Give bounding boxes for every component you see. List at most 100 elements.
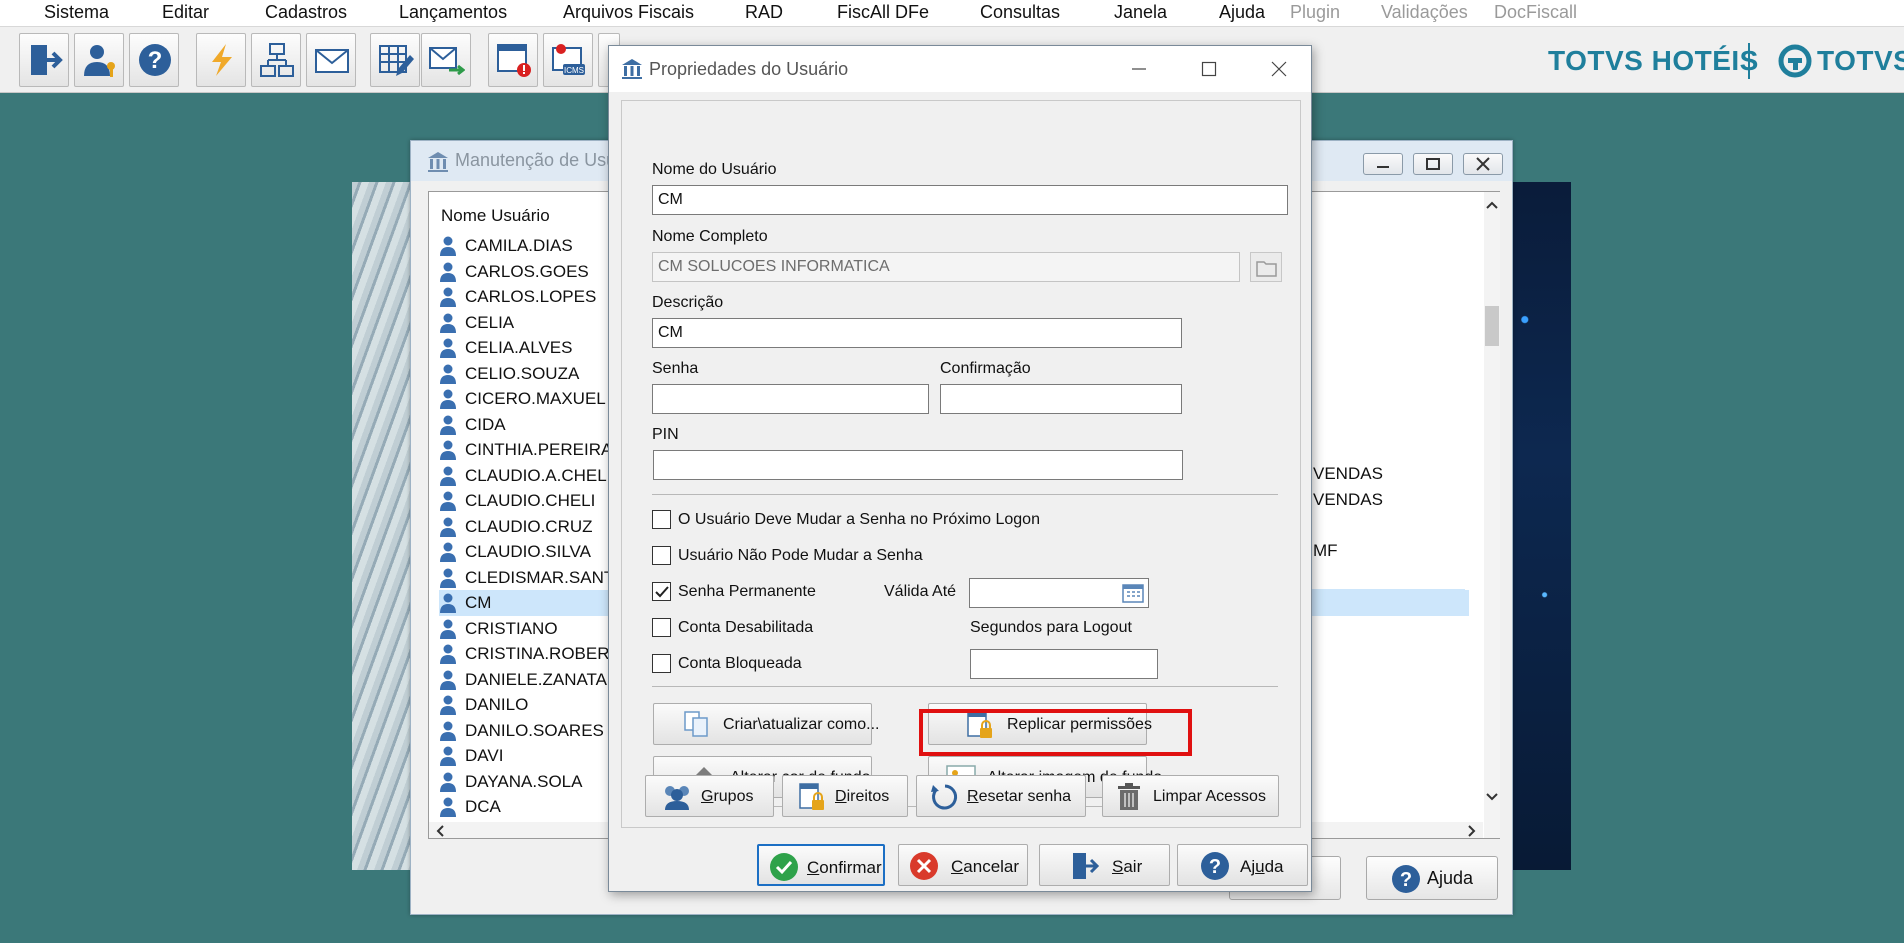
close-button[interactable] [1463, 153, 1503, 175]
network-toolbar-button[interactable] [251, 33, 301, 87]
resetar-senha-button[interactable]: Resetar senha [916, 775, 1086, 817]
send-mail-icon [429, 47, 465, 76]
background-art-left [352, 182, 410, 870]
restore-button[interactable] [1413, 153, 1453, 175]
limpar-acessos-button[interactable]: Limpar Acessos [1102, 775, 1279, 817]
dialog-minimize-button[interactable] [1114, 54, 1164, 84]
divider [652, 494, 1278, 495]
sair-button[interactable]: Sair [1039, 844, 1170, 886]
confirmacao-field[interactable] [940, 384, 1182, 414]
window-alert-icon [497, 44, 531, 77]
ajuda-label: Ajuda [1240, 857, 1284, 876]
user-name: DANIELE.ZANATA [465, 669, 608, 689]
menu-arquivos-fiscais[interactable]: Arquivos Fiscais [563, 2, 694, 23]
user-key-toolbar-button[interactable] [74, 33, 124, 87]
back-ajuda-label: Ajuda [1427, 868, 1474, 888]
vertical-scrollbar[interactable] [1484, 192, 1500, 838]
lightning-toolbar-button[interactable] [196, 33, 246, 87]
help-toolbar-button[interactable]: ? [129, 33, 179, 87]
user-icon [440, 338, 456, 358]
nome-usuario-label: Nome do Usuário [652, 161, 777, 178]
background-art-right [1505, 182, 1571, 870]
cancelar-button[interactable]: Cancelar [898, 844, 1028, 886]
user-name: CLAUDIO.A.CHELI [465, 465, 612, 485]
minimize-button[interactable] [1363, 153, 1403, 175]
user-name: CICERO.MAXUEL [465, 389, 606, 408]
menu-janela[interactable]: Janela [1114, 2, 1167, 23]
grid-pencil-icon [379, 45, 414, 76]
calendar-icms-toolbar-button[interactable]: ICMS [543, 33, 593, 87]
grupos-button[interactable]: Grupos [645, 775, 774, 817]
menu-lancamentos[interactable]: Lançamentos [399, 2, 507, 23]
dialog-maximize-button[interactable] [1184, 54, 1234, 84]
resetar-senha-label: Resetar senha [967, 788, 1072, 805]
calendar-icon[interactable] [1122, 583, 1144, 603]
user-name: CELIA [465, 312, 515, 332]
nome-completo-field[interactable]: CM SOLUCOES INFORMATICA [652, 252, 1240, 282]
menu-fiscall-dfe[interactable]: FiscAll DFe [837, 2, 929, 23]
descricao-field[interactable]: CM [652, 318, 1182, 348]
brand-company: TOTVS [1817, 45, 1904, 76]
valida-ate-label: Válida Até [884, 583, 957, 600]
confirmacao-label: Confirmação [940, 360, 1031, 377]
nome-usuario-field[interactable]: CM [652, 185, 1288, 215]
minimize-icon [1132, 68, 1146, 70]
group-cell: MF [1313, 541, 1338, 560]
user-icon [440, 236, 456, 256]
building-icon [428, 152, 448, 172]
user-icon [440, 746, 456, 766]
restore-icon [1426, 158, 1440, 170]
ajuda-button[interactable]: ? Ajuda [1177, 844, 1308, 886]
user-name: CIDA [465, 414, 506, 434]
grupos-label: Grupos [701, 788, 754, 805]
svg-text:ICMS: ICMS [564, 66, 584, 75]
browse-button[interactable] [1250, 252, 1282, 282]
dialog-close-button[interactable] [1254, 54, 1304, 84]
scroll-up-icon[interactable] [1486, 200, 1498, 210]
back-ajuda-button[interactable]: ? Ajuda [1366, 856, 1498, 900]
email-toolbar-button[interactable] [306, 33, 356, 87]
user-name: CARLOS.LOPES [465, 287, 597, 306]
conta-bloqueada-checkbox[interactable] [652, 654, 671, 673]
menu-sistema[interactable]: Sistema [44, 2, 109, 23]
segundos-logout-label: Segundos para Logout [970, 619, 1132, 636]
menu-consultas[interactable]: Consultas [980, 2, 1060, 23]
vertical-scroll-thumb[interactable] [1485, 306, 1499, 346]
pin-field[interactable] [653, 450, 1183, 480]
svg-text:?: ? [1209, 856, 1221, 878]
user-icon [440, 517, 456, 537]
user-icon [440, 313, 456, 333]
user-icon [440, 568, 456, 588]
scroll-left-icon[interactable] [435, 825, 445, 837]
mudar-senha-checkbox[interactable] [652, 510, 671, 529]
column-header-nome-usuario[interactable]: Nome Usuário [441, 206, 550, 226]
highlight-annotation [919, 709, 1192, 756]
menu-editar[interactable]: Editar [162, 2, 209, 23]
criar-atualizar-button[interactable]: Criar\atualizar como... [653, 703, 880, 745]
confirmar-button[interactable]: Confirmar [757, 844, 885, 886]
scroll-right-icon[interactable] [1467, 825, 1477, 837]
senha-field[interactable] [652, 384, 929, 414]
user-name: CELIO.SOUZA [465, 363, 580, 383]
user-icon [440, 542, 456, 562]
menu-rad[interactable]: RAD [745, 2, 783, 23]
segundos-logout-field[interactable] [970, 649, 1158, 679]
exit-door-icon [1073, 853, 1100, 879]
user-icon [440, 287, 456, 307]
user-name: CAMILA.DIAS [465, 236, 573, 255]
grid-edit-toolbar-button[interactable] [370, 33, 420, 87]
direitos-button[interactable]: Direitos [782, 775, 908, 817]
send-mail-toolbar-button[interactable] [421, 33, 471, 87]
scroll-down-icon[interactable] [1486, 792, 1498, 802]
menu-cadastros[interactable]: Cadastros [265, 2, 347, 23]
totvs-logo-icon [1778, 44, 1812, 78]
menu-ajuda[interactable]: Ajuda [1219, 2, 1265, 23]
exit-toolbar-button[interactable] [19, 33, 69, 87]
conta-desabilitada-checkbox[interactable] [652, 618, 671, 637]
nao-pode-mudar-checkbox[interactable] [652, 546, 671, 565]
senha-permanente-label: Senha Permanente [678, 583, 816, 600]
trash-icon [1118, 783, 1140, 810]
senha-permanente-checkbox[interactable] [652, 582, 671, 601]
user-name: CARLOS.GOES [465, 261, 589, 281]
window-alert-toolbar-button[interactable] [488, 33, 538, 87]
